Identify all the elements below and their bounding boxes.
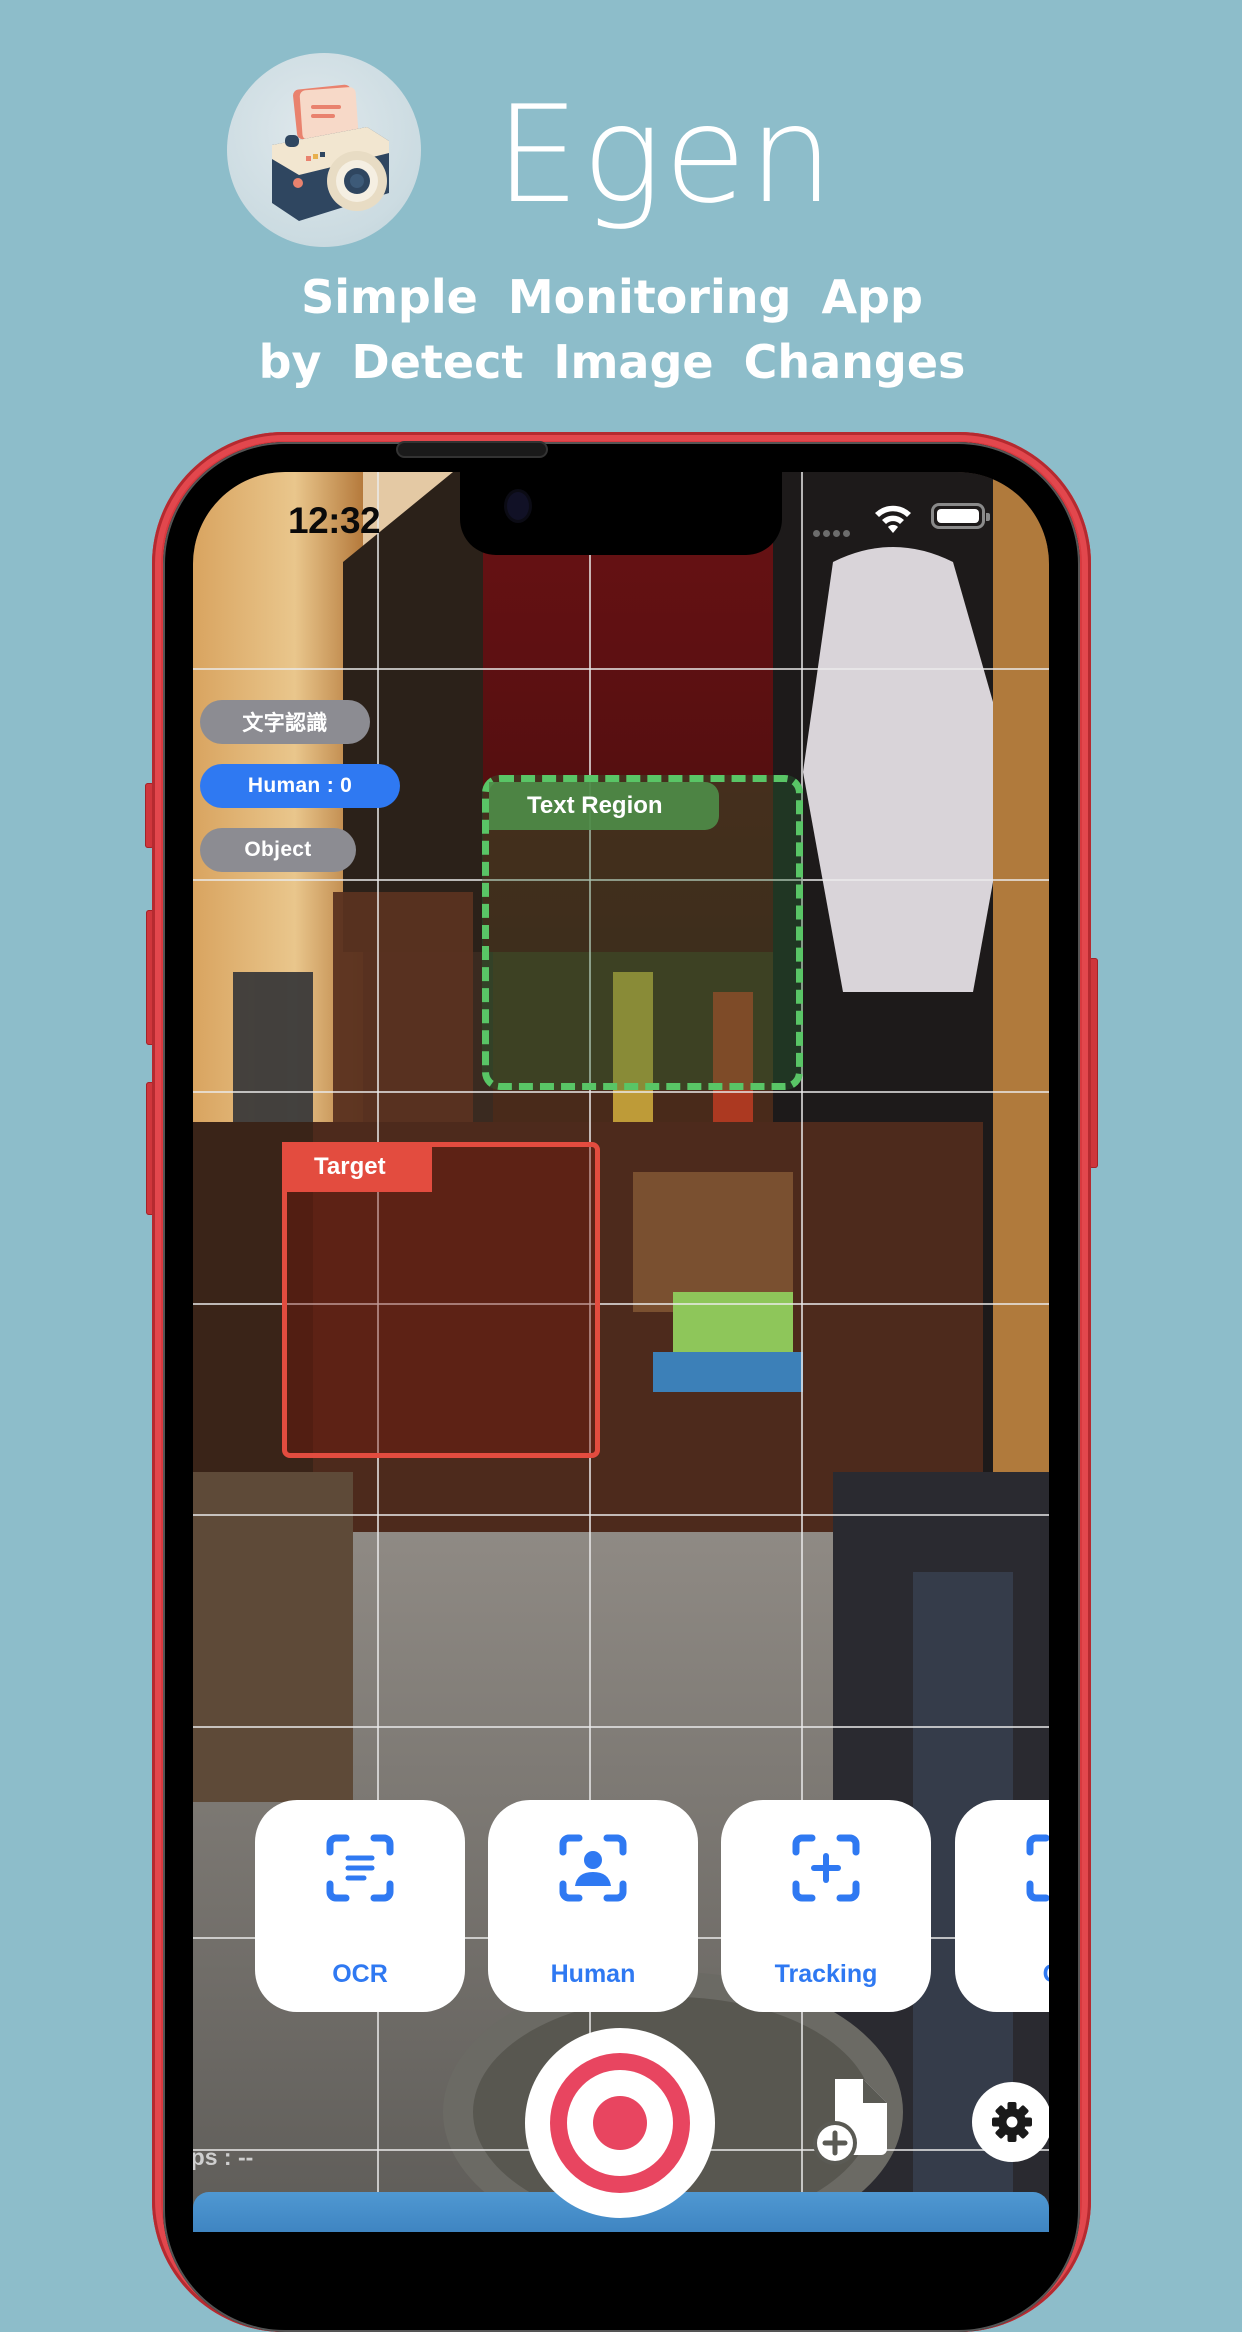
ocr-status-pill[interactable]: 文字認識 xyxy=(200,700,370,744)
mode-card-human[interactable]: Human xyxy=(488,1800,698,2012)
mode-card-label: Tracking xyxy=(774,1960,878,1988)
mode-card-ocr[interactable]: OCR xyxy=(255,1800,465,2012)
earpiece-speaker xyxy=(398,443,546,456)
notch xyxy=(460,472,782,555)
object-scan-icon xyxy=(1026,1834,1049,1902)
front-camera xyxy=(507,492,529,520)
wifi-icon xyxy=(875,505,911,533)
gear-icon xyxy=(992,2102,1032,2142)
mode-card-object[interactable]: Ob xyxy=(955,1800,1049,2012)
target-box[interactable]: Target xyxy=(282,1142,600,1458)
status-time: 12:32 xyxy=(288,500,381,541)
mode-card-label: OCR xyxy=(332,1960,388,1988)
mode-card-label: Human xyxy=(550,1960,636,1988)
subtitle-line-1: Simple Monitoring App xyxy=(301,270,923,324)
target-label: Target xyxy=(282,1142,432,1192)
text-region-box[interactable]: Text Region xyxy=(482,775,803,1090)
fps-readout: fps : -- xyxy=(193,2144,254,2170)
text-region-label: Text Region xyxy=(489,782,719,830)
grid-line xyxy=(193,1514,1049,1516)
object-status-pill[interactable]: Object xyxy=(200,828,356,872)
crosshair-scan-icon xyxy=(792,1834,860,1902)
text-scan-icon xyxy=(326,1834,394,1902)
subtitle-line-2: by Detect Image Changes xyxy=(258,335,966,389)
mode-card-label: Ob xyxy=(955,1960,1049,1989)
file-add-icon[interactable] xyxy=(813,2075,903,2165)
battery-icon xyxy=(931,503,990,529)
record-icon xyxy=(550,2053,690,2193)
settings-button[interactable] xyxy=(972,2082,1049,2162)
cellular-signal-icon xyxy=(813,524,853,542)
app-logo xyxy=(227,53,421,247)
grid-line xyxy=(193,1091,1049,1093)
app-title: Egen xyxy=(495,77,836,233)
grid-line xyxy=(193,1726,1049,1728)
record-button[interactable] xyxy=(525,2028,715,2218)
camera-icon xyxy=(272,84,389,221)
grid-line xyxy=(193,668,1049,670)
camera-screen[interactable]: 12:32 文字認識 Human : 0 Object Text Region … xyxy=(193,472,1049,2232)
person-scan-icon xyxy=(559,1834,627,1902)
mode-card-tracking[interactable]: Tracking xyxy=(721,1800,931,2012)
human-count-pill[interactable]: Human : 0 xyxy=(200,764,400,808)
